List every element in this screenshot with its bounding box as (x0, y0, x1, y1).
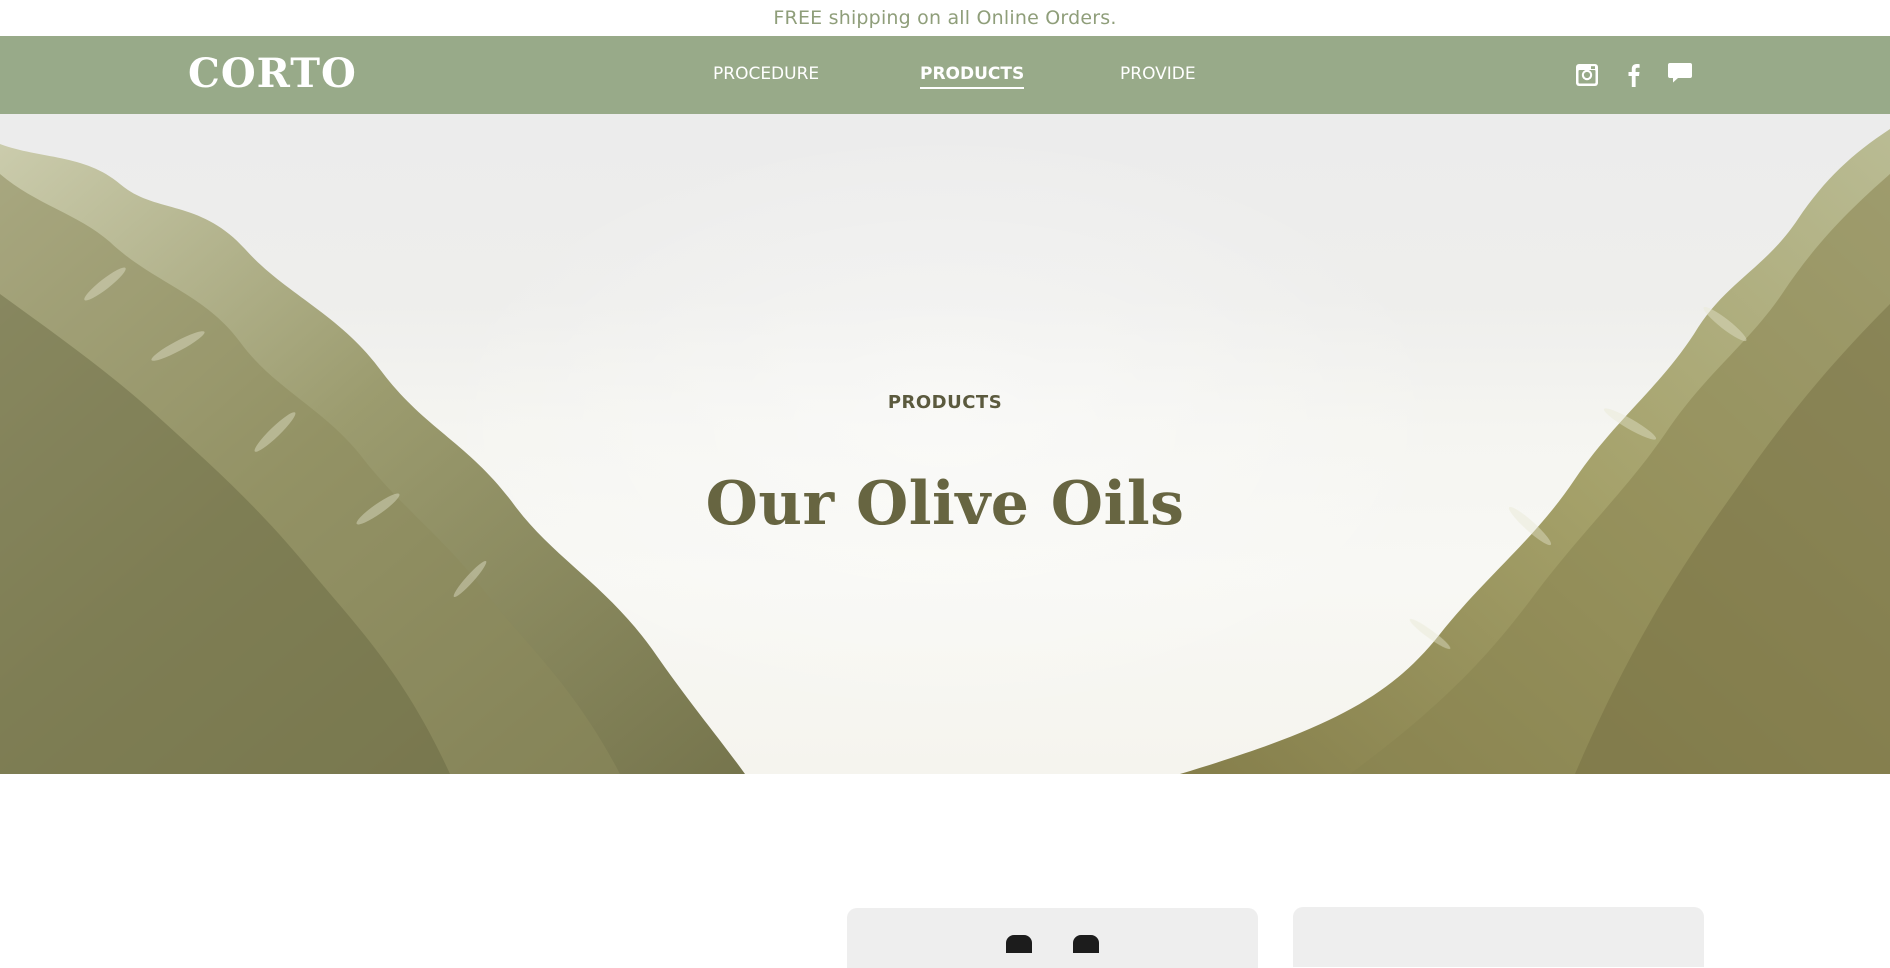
chat-icon[interactable] (1665, 60, 1693, 88)
facebook-icon[interactable] (1620, 60, 1648, 88)
product-card-olive-oil-bottles[interactable] (847, 908, 1258, 968)
hero-title: Our Olive Oils (705, 469, 1185, 540)
facebook-icon-svg (1628, 64, 1640, 87)
main-navigation: CORTO PROCEDURE PRODUCTS PROVIDE (0, 36, 1890, 114)
products-section (0, 774, 1890, 968)
olive-oil-bottle-cap (1073, 935, 1099, 953)
announcement-text: FREE shipping on all Online Orders. (773, 7, 1117, 29)
instagram-icon-svg (1576, 64, 1598, 86)
hero-banner: PRODUCTS Our Olive Oils (0, 114, 1890, 774)
site-logo[interactable]: CORTO (188, 50, 357, 98)
olive-trees-image (0, 129, 1890, 774)
nav-provide[interactable]: PROVIDE (1120, 62, 1196, 86)
chat-icon-svg (1668, 63, 1692, 83)
nav-products[interactable]: PRODUCTS (920, 62, 1025, 89)
hero-kicker: PRODUCTS (887, 392, 1003, 413)
nav-procedure[interactable]: PROCEDURE (713, 62, 819, 86)
announcement-bar: FREE shipping on all Online Orders. (0, 0, 1890, 36)
product-card[interactable] (1293, 907, 1704, 967)
olive-oil-bottle-cap (1006, 935, 1032, 953)
instagram-icon[interactable] (1573, 60, 1601, 88)
